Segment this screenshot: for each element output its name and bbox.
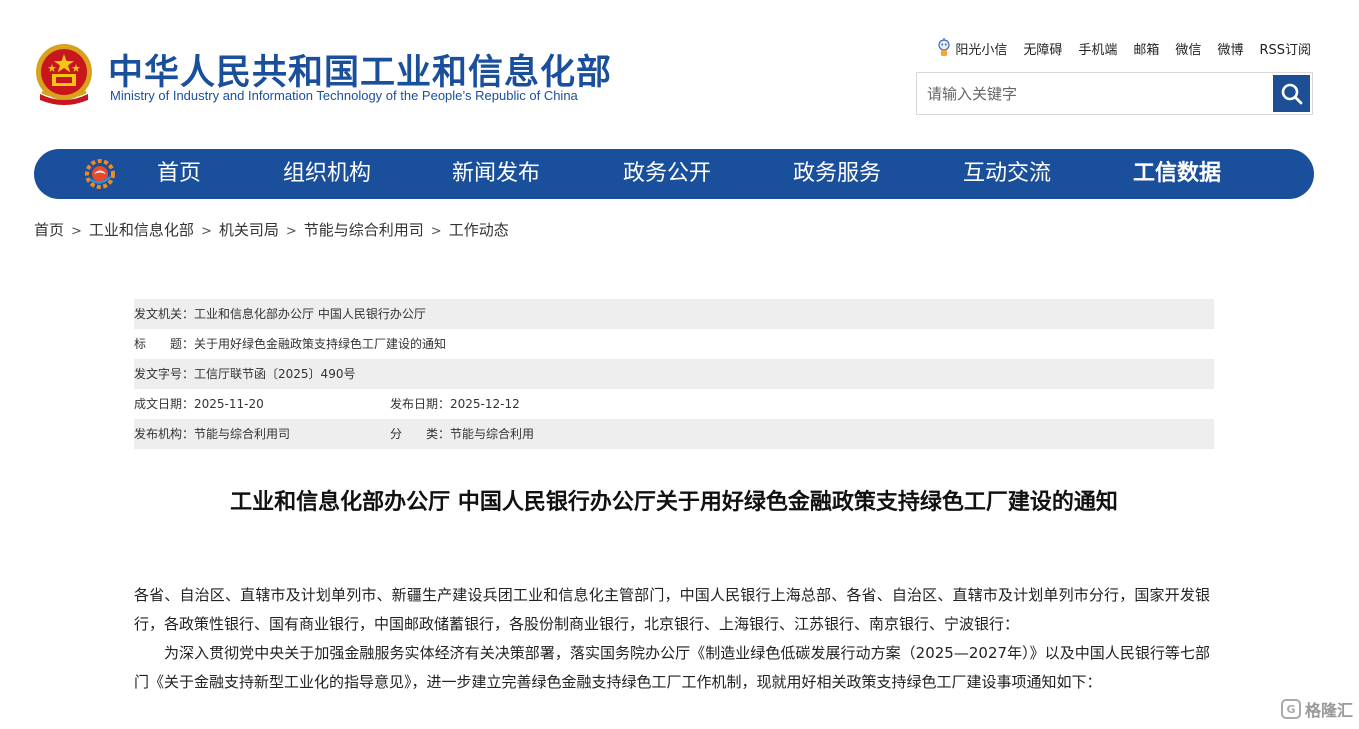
nav-news[interactable]: 新闻发布: [452, 149, 540, 199]
meta-row-title: 标 题：关于用好绿色金融政策支持绿色工厂建设的通知: [134, 329, 1214, 359]
rss-link[interactable]: RSS订阅: [1259, 39, 1311, 58]
breadcrumb-departments[interactable]: 机关司局: [219, 221, 279, 239]
miit-logo-icon[interactable]: [82, 157, 118, 191]
meta-issuer: 工业和信息化部办公厅 中国人民银行办公厅: [194, 307, 426, 321]
meta-label: 标 题：: [134, 337, 195, 351]
meta-label: 发文机关：: [134, 307, 195, 321]
search-icon: [1281, 83, 1302, 104]
article-body: 各省、自治区、直辖市及计划单列市、新疆生产建设兵团工业和信息化主管部门，中国人民…: [134, 581, 1210, 697]
document-meta-table: 发文机关：工业和信息化部办公厅 中国人民银行办公厅 标 题：关于用好绿色金融政策…: [134, 299, 1214, 449]
watermark-logo-icon: G: [1280, 699, 1301, 719]
nav-data[interactable]: 工信数据: [1133, 149, 1221, 199]
meta-doc-no: 工信厅联节函〔2025〕490号: [194, 367, 356, 381]
meta-category: 节能与综合利用: [450, 427, 535, 441]
top-links: 阳光小信 无障碍 手机端 邮箱 微信 微博 RSS订阅: [931, 38, 1311, 58]
meta-label: 分 类：: [390, 427, 451, 441]
watermark: G 格隆汇: [1280, 697, 1353, 721]
nav-organization[interactable]: 组织机构: [283, 149, 371, 199]
meta-row-dates: 成文日期：2025-11-20 发布日期：2025-12-12: [134, 389, 1214, 419]
breadcrumb-work-news[interactable]: 工作动态: [449, 221, 509, 239]
breadcrumb-separator: >: [200, 224, 212, 239]
article-title: 工业和信息化部办公厅 中国人民银行办公厅关于用好绿色金融政策支持绿色工厂建设的通…: [230, 490, 1118, 515]
meta-title: 关于用好绿色金融政策支持绿色工厂建设的通知: [194, 337, 447, 351]
meta-label: 发布日期：: [390, 397, 451, 411]
breadcrumb-ministry[interactable]: 工业和信息化部: [89, 221, 194, 239]
top-link-label: 阳光小信: [955, 42, 1008, 58]
national-emblem-icon[interactable]: [32, 42, 96, 108]
meta-publish-date: 2025-12-12: [450, 397, 520, 411]
breadcrumb-separator: >: [71, 224, 82, 239]
main-nav: 首页 组织机构 新闻发布 政务公开 政务服务 互动交流 工信数据: [34, 149, 1314, 199]
sunshine-assistant-link[interactable]: 阳光小信: [937, 38, 1007, 58]
breadcrumb-energy-department[interactable]: 节能与综合利用司: [304, 221, 424, 239]
robot-assistant-icon: [937, 38, 951, 58]
breadcrumb: 首页 > 工业和信息化部 > 机关司局 > 节能与综合利用司 > 工作动态: [34, 219, 509, 240]
meta-label: 发文字号：: [134, 367, 195, 381]
watermark-text: 格隆汇: [1304, 701, 1353, 720]
nav-interaction[interactable]: 互动交流: [963, 149, 1051, 199]
site-header: 中华人民共和国工业和信息化部 Ministry of Industry and …: [0, 0, 1359, 140]
breadcrumb-separator: >: [430, 224, 442, 239]
meta-org: 节能与综合利用司: [194, 427, 291, 441]
search-button[interactable]: [1273, 75, 1310, 112]
article-paragraph: 为深入贯彻党中央关于加强金融服务实体经济有关决策部署，落实国务院办公厅《制造业绿…: [134, 644, 1210, 691]
nav-government-services[interactable]: 政务服务: [793, 149, 881, 199]
breadcrumb-separator: >: [285, 224, 297, 239]
article-paragraph: 各省、自治区、直辖市及计划单列市、新疆生产建设兵团工业和信息化主管部门，中国人民…: [134, 586, 1210, 633]
meta-row-doc-no: 发文字号：工信厅联节函〔2025〕490号: [134, 359, 1214, 389]
mailbox-link[interactable]: 邮箱: [1133, 39, 1159, 58]
wechat-link[interactable]: 微信: [1175, 39, 1201, 58]
meta-label: 成文日期：: [134, 397, 195, 411]
mobile-link[interactable]: 手机端: [1078, 39, 1117, 58]
meta-row-org: 发布机构：节能与综合利用司 分 类：节能与综合利用: [134, 419, 1214, 449]
site-subtitle: Ministry of Industry and Information Tec…: [110, 88, 578, 103]
search-box: [916, 72, 1313, 115]
search-input[interactable]: [917, 73, 1273, 114]
meta-row-issuer: 发文机关：工业和信息化部办公厅 中国人民银行办公厅: [134, 299, 1214, 329]
nav-home[interactable]: 首页: [157, 149, 201, 199]
accessibility-link[interactable]: 无障碍: [1023, 39, 1062, 58]
meta-written-date: 2025-11-20: [194, 397, 264, 411]
weibo-link[interactable]: 微博: [1217, 39, 1243, 58]
breadcrumb-home[interactable]: 首页: [34, 221, 64, 239]
meta-label: 发布机构：: [134, 427, 195, 441]
nav-government-affairs[interactable]: 政务公开: [623, 149, 711, 199]
